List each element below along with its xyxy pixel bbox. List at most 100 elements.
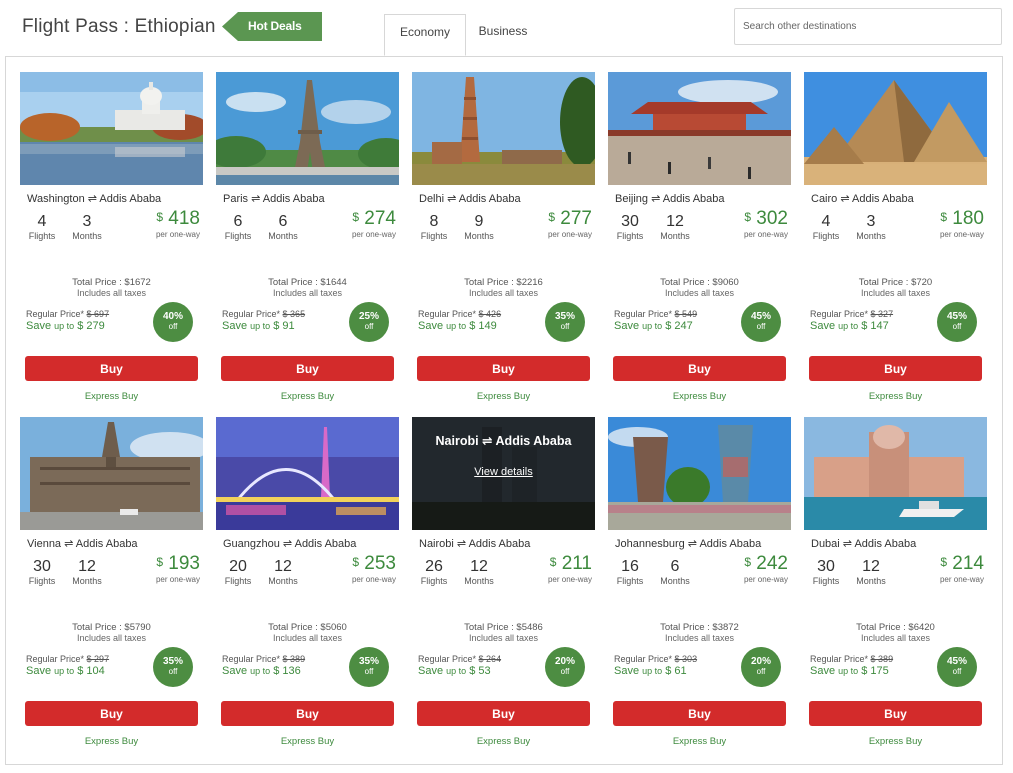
per-one-way-label: per one-way xyxy=(743,575,788,584)
express-buy-link[interactable]: Express Buy xyxy=(412,391,595,402)
discount-percent: 20% xyxy=(554,656,575,667)
hot-deals-label: Hot Deals xyxy=(248,19,302,33)
flights-count: 30 Flights xyxy=(27,558,57,587)
buy-button[interactable]: Buy xyxy=(417,356,590,381)
search-destinations-input[interactable] xyxy=(734,8,1002,45)
total-price: Total Price : $1672 xyxy=(20,277,203,288)
buy-button[interactable]: Buy xyxy=(221,701,394,726)
view-details-link[interactable]: View details xyxy=(412,466,595,478)
hover-overlay[interactable]: Nairobi ⇌ Addis Ababa View details xyxy=(412,417,595,530)
total-price-value: $9060 xyxy=(712,277,739,288)
destination-photo-dubai[interactable] xyxy=(804,417,987,530)
per-one-way-label: per one-way xyxy=(743,230,788,239)
buy-button[interactable]: Buy xyxy=(809,701,982,726)
express-buy-link[interactable]: Express Buy xyxy=(804,391,987,402)
route-label: Cairo ⇌ Addis Ababa xyxy=(811,193,914,205)
flights-count: 4 Flights xyxy=(27,213,57,242)
tab-economy[interactable]: Economy xyxy=(384,14,466,56)
price-block: $ 418 per one-way xyxy=(130,208,200,240)
total-price: Total Price : $6420 xyxy=(804,622,987,633)
buy-button[interactable]: Buy xyxy=(221,356,394,381)
flights-number: 8 xyxy=(429,213,439,230)
save-amount: Save up to $ 61 xyxy=(614,665,687,677)
price-value: 253 xyxy=(364,553,396,574)
express-buy-link[interactable]: Express Buy xyxy=(412,736,595,747)
destination-photo-guangzhou[interactable] xyxy=(216,417,399,530)
flights-number: 16 xyxy=(621,558,639,575)
tab-business[interactable]: Business xyxy=(468,14,538,56)
per-one-way-label: per one-way xyxy=(547,575,592,584)
currency-symbol: $ xyxy=(156,210,164,224)
discount-percent: 35% xyxy=(162,656,183,667)
flights-label: Flights xyxy=(224,576,252,586)
regular-price: Regular Price* $ 389 xyxy=(222,654,305,664)
months-number: 12 xyxy=(666,213,684,230)
total-price-label: Total Price : xyxy=(72,622,122,633)
save-value: $ 175 xyxy=(861,665,889,677)
buy-button[interactable]: Buy xyxy=(613,356,786,381)
per-one-way-label: per one-way xyxy=(155,575,200,584)
discount-off-label: off xyxy=(756,322,766,331)
express-buy-link[interactable]: Express Buy xyxy=(20,736,203,747)
buy-button[interactable]: Buy xyxy=(417,701,590,726)
express-buy-link[interactable]: Express Buy xyxy=(216,736,399,747)
currency-symbol: $ xyxy=(352,210,360,224)
buy-button[interactable]: Buy xyxy=(25,356,198,381)
route-label: Dubai ⇌ Addis Ababa xyxy=(811,538,917,550)
discount-percent: 45% xyxy=(750,311,771,322)
total-price: Total Price : $720 xyxy=(804,277,987,288)
months-count: 12 Months xyxy=(461,558,497,587)
months-count: 9 Months xyxy=(461,213,497,242)
deal-card-washington: Washington ⇌ Addis Ababa 4 Flights 3 Month… xyxy=(20,72,203,402)
destination-photo-vienna[interactable] xyxy=(20,417,203,530)
regular-price-label: Regular Price* xyxy=(26,654,85,664)
destination-photo-cairo[interactable] xyxy=(804,72,987,185)
buy-button[interactable]: Buy xyxy=(613,701,786,726)
total-price-value: $720 xyxy=(911,277,933,288)
price-value: 302 xyxy=(756,208,788,229)
express-buy-link[interactable]: Express Buy xyxy=(608,391,791,402)
express-buy-link[interactable]: Express Buy xyxy=(216,391,399,402)
flights-number: 30 xyxy=(33,558,51,575)
price-value: 214 xyxy=(952,553,984,574)
currency-symbol: $ xyxy=(352,555,360,569)
includes-taxes-label: Includes all taxes xyxy=(860,633,931,643)
destination-photo-nairobi[interactable]: Nairobi ⇌ Addis Ababa View details xyxy=(412,417,595,530)
months-number: 12 xyxy=(470,558,488,575)
destination-photo-paris[interactable] xyxy=(216,72,399,185)
express-buy-link[interactable]: Express Buy xyxy=(608,736,791,747)
regular-price-value: $ 697 xyxy=(86,309,110,319)
months-number: 3 xyxy=(866,213,876,230)
price-value: 418 xyxy=(168,208,200,229)
destination-photo-washington[interactable] xyxy=(20,72,203,185)
per-one-way-label: per one-way xyxy=(351,575,396,584)
express-buy-link[interactable]: Express Buy xyxy=(20,391,203,402)
discount-off-label: off xyxy=(756,667,766,676)
per-one-way-label: per one-way xyxy=(351,230,396,239)
destination-photo-beijing[interactable] xyxy=(608,72,791,185)
months-label: Months xyxy=(268,576,298,586)
flights-number: 4 xyxy=(821,213,831,230)
hot-deals-tag[interactable]: Hot Deals xyxy=(222,12,322,41)
regular-price: Regular Price* $ 389 xyxy=(810,654,893,664)
express-buy-link[interactable]: Express Buy xyxy=(804,736,987,747)
flights-number: 20 xyxy=(229,558,247,575)
buy-button[interactable]: Buy xyxy=(25,701,198,726)
total-price: Total Price : $5486 xyxy=(412,622,595,633)
save-label: Save xyxy=(810,665,836,677)
destination-photo-johannesburg[interactable] xyxy=(608,417,791,530)
destination-photo-delhi[interactable] xyxy=(412,72,595,185)
includes-taxes-label: Includes all taxes xyxy=(272,288,343,298)
save-label: Save xyxy=(418,320,444,332)
total-price-label: Total Price : xyxy=(858,277,909,288)
price-block: $ 193 per one-way xyxy=(130,553,200,585)
discount-percent: 40% xyxy=(162,311,183,322)
flights-count: 20 Flights xyxy=(223,558,253,587)
save-label: Save xyxy=(810,320,836,332)
total-price-value: $5486 xyxy=(516,622,543,633)
price-value: 193 xyxy=(168,553,200,574)
months-label: Months xyxy=(856,231,886,241)
buy-button[interactable]: Buy xyxy=(809,356,982,381)
deal-card-delhi: Delhi ⇌ Addis Ababa 8 Flights 9 Months $ 2… xyxy=(412,72,595,402)
regular-price: Regular Price* $ 365 xyxy=(222,309,305,319)
